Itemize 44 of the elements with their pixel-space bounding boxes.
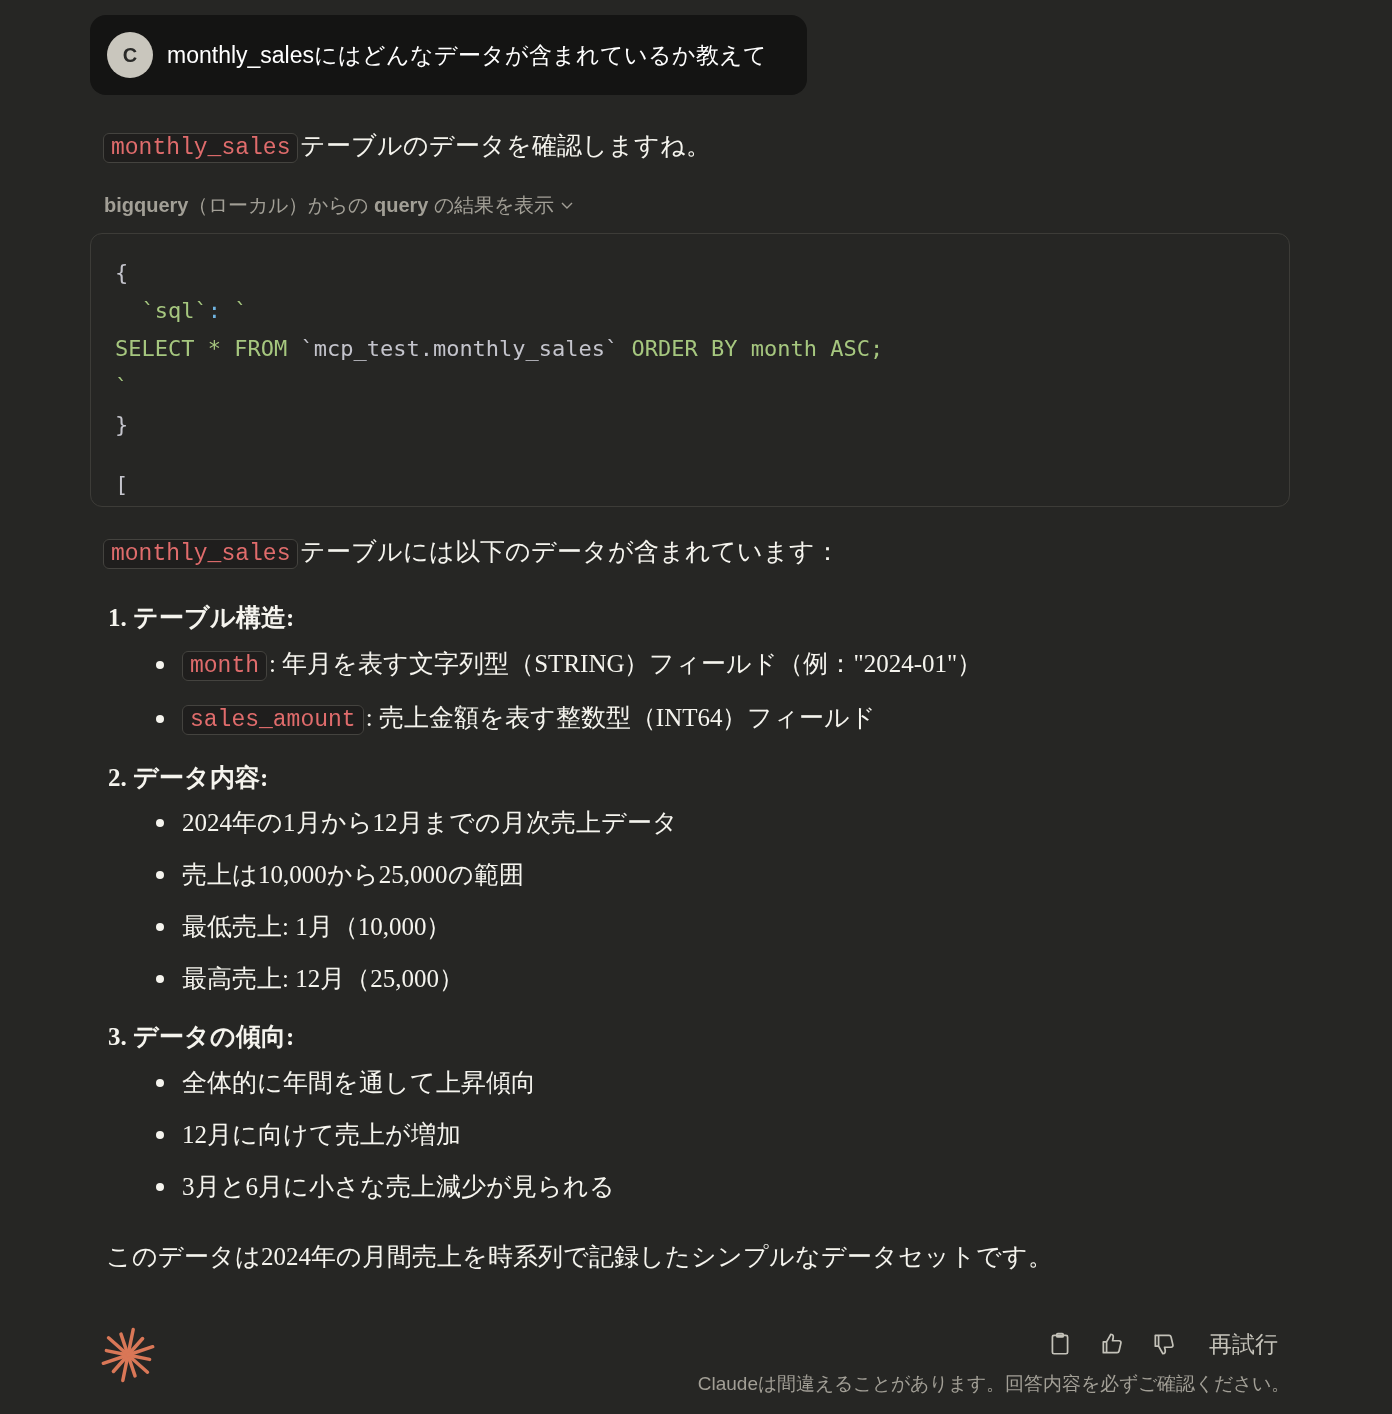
bullet-icon [156,660,164,669]
disclaimer-text: Claudeは間違えることがあります。回答内容を必ずご確認ください。 [697,1371,1290,1396]
code-text: [ [115,471,129,497]
bullet-icon [156,871,164,879]
bullet-icon [156,923,164,931]
inline-code: monthly_sales [103,133,299,163]
list-item-text: 売上は10,000から25,000の範囲 [182,860,524,890]
code-text: { [115,259,129,285]
list-item-text: 全体的に年間を通して上昇傾向 [182,1067,536,1098]
inline-code: month [182,650,267,681]
paragraph: monthly_sales テーブルのデータを確認しますね。 [103,127,1290,166]
code-text: : [207,297,221,323]
list-item-text: 最高売上: 12月（25,000） [182,964,464,994]
list-heading: 2. データ内容: [108,762,270,793]
code-text: `mcp_test.monthly_sales` [300,335,619,361]
code-text: ` [233,297,248,323]
user-message-text: monthly_salesにはどんなデータが含まれているか教えて [167,40,768,70]
tool-result-toggle[interactable]: bigquery（ローカル）からの query の結果を表示 [104,189,575,220]
list-item-text: sales_amount : 売上金額を表す整数型（INT64）フィールド [182,700,877,737]
bullet-icon [156,714,164,723]
code-text: ORDER BY month ASC; [630,335,884,361]
user-avatar: C [107,32,153,78]
bullet-icon [156,1078,164,1087]
inline-code: sales_amount [182,704,364,735]
code-text: } [115,411,129,437]
retry-button[interactable]: 再試行 [1209,1327,1278,1362]
list-heading: 3. データの傾向: [108,1022,296,1052]
list-item-text: month : 年月を表す文字列型（STRING）フィールド（例："2024-01"） [182,646,983,683]
starburst-logo-icon [100,1327,156,1383]
list-item-text: 最低売上: 1月（10,000） [182,912,452,942]
bullet-icon [156,1182,164,1191]
list-item-text: 2024年の1月から12月までの月次売上データ [182,808,678,838]
bullet-icon [156,819,164,827]
bullet-icon [156,975,164,983]
list-heading: 1. テーブル構造: [108,603,296,633]
code-text: SELECT * FROM [115,335,289,361]
paragraph: このデータは2024年の月間売上を時系列で記録したシンプルなデータセットです。 [106,1241,1054,1272]
code-text: ` [115,373,129,399]
paragraph: monthly_sales テーブルには以下のデータが含まれています： [103,532,1290,571]
list-item-text: 12月に向けて売上が増加 [182,1119,461,1150]
inline-code: monthly_sales [103,538,299,569]
bullet-icon [156,1130,164,1139]
code-text: `sql` [140,297,208,323]
list-item-text: 3月と6月に小さな売上減少が見られる [182,1171,615,1202]
